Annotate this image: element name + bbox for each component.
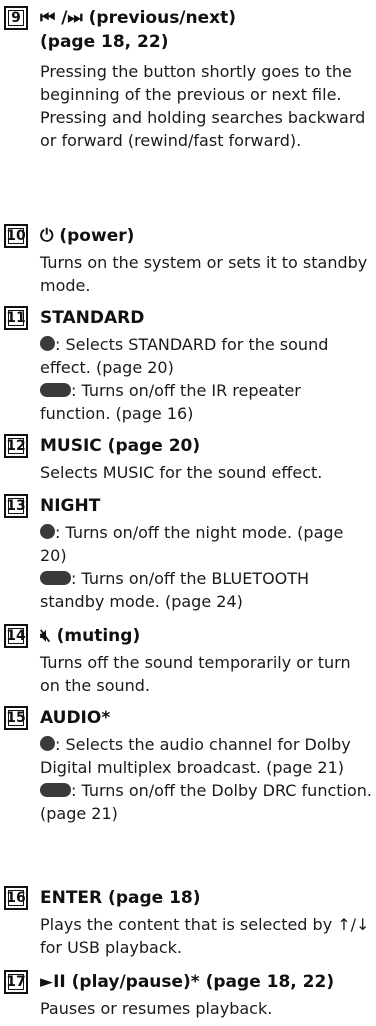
entry-description: Turns on the system or sets it to standb… (40, 251, 374, 297)
description-paragraph: : Selects the audio channel for Dolby Di… (40, 733, 374, 779)
entry-title: NIGHT (40, 496, 101, 516)
entry-description: : Turns on/off the night mode. (page 20)… (40, 521, 374, 613)
description-paragraph: : Turns on/off the Dolby DRC function. (… (40, 779, 374, 825)
pill-button-icon (40, 783, 71, 797)
entry-description: Turns off the sound temporarily or turn … (40, 651, 374, 697)
entry-description: Pauses or resumes playback. (40, 997, 374, 1020)
description-paragraph: : Selects STANDARD for the sound effect.… (40, 333, 374, 379)
entry-enter: 16 ENTER (page 18) Plays the content tha… (4, 886, 374, 959)
round-button-icon (40, 736, 55, 751)
description-paragraph: Selects MUSIC for the sound effect. (40, 463, 323, 482)
entry-standard: 11 STANDARD : Selects STANDARD for the s… (4, 306, 374, 425)
pill-button-icon (40, 571, 71, 585)
power-icon: ⏻ (power) (40, 226, 135, 246)
item-number: 10 (4, 224, 28, 248)
description-paragraph: : Turns on/off the IR repeater function.… (40, 379, 374, 425)
entry-title: STANDARD (40, 308, 145, 328)
item-number: 15 (4, 706, 28, 730)
round-button-icon (40, 336, 55, 351)
play-pause-icon: ►II (play/pause)* (page 18, 22) (40, 972, 335, 992)
round-button-text: : Turns on/off the night mode. (page 20) (40, 523, 344, 565)
entry-play-pause: 17 ►II (play/pause)* (page 18, 22) Pause… (4, 970, 374, 1020)
description-paragraph: Pressing and holding searches backward o… (40, 108, 366, 150)
item-number: 11 (4, 306, 28, 330)
entry-description: : Selects the audio channel for Dolby Di… (40, 733, 374, 825)
entry-title-page-ref: (page 18, 22) (40, 32, 169, 52)
entry-description: Pressing the button shortly goes to the … (40, 60, 374, 152)
entry-description: Selects MUSIC for the sound effect. (40, 461, 374, 484)
round-button-text: : Selects the audio channel for Dolby Di… (40, 735, 351, 777)
round-button-icon (40, 524, 55, 539)
entry-description: : Selects STANDARD for the sound effect.… (40, 333, 374, 425)
entry-muting: 14 🔇︎ (muting) Turns off the sound tempo… (4, 624, 374, 697)
description-paragraph: : Turns on/off the BLUETOOTH standby mod… (40, 567, 374, 613)
entry-audio: 15 AUDIO* : Selects the audio channel fo… (4, 706, 374, 825)
pill-button-text: : Turns on/off the Dolby DRC function. (… (40, 781, 372, 823)
description-paragraph: Turns on the system or sets it to standb… (40, 253, 368, 295)
item-number: 13 (4, 494, 28, 518)
entry-previous-next: 9 ⏮ /⏭ (previous/next) (page 18, 22) Pre… (4, 6, 374, 152)
round-button-text: : Selects STANDARD for the sound effect.… (40, 335, 329, 377)
description-paragraph: Pressing the button shortly goes to the … (40, 62, 352, 104)
entry-title: MUSIC (page 20) (40, 436, 201, 456)
entry-music: 12 MUSIC (page 20) Selects MUSIC for the… (4, 434, 374, 484)
item-number: 9 (4, 6, 28, 30)
description-paragraph: Turns off the sound temporarily or turn … (40, 653, 351, 695)
item-number: 16 (4, 886, 28, 910)
muting-icon: 🔇︎ (muting) (40, 626, 141, 646)
previous-next-icon: ⏮ /⏭ (previous/next) (40, 8, 237, 28)
entry-power: 10 ⏻ (power) Turns on the system or sets… (4, 224, 374, 297)
description-paragraph: : Turns on/off the night mode. (page 20) (40, 521, 374, 567)
manual-page: 9 ⏮ /⏭ (previous/next) (page 18, 22) Pre… (0, 0, 376, 1026)
entry-title: ⏮ /⏭ (previous/next) (page 18, 22) (40, 6, 374, 54)
entry-night: 13 NIGHT : Turns on/off the night mode. … (4, 494, 374, 613)
description-paragraph: Pauses or resumes playback. (40, 999, 273, 1018)
item-number: 17 (4, 970, 28, 994)
item-number: 14 (4, 624, 28, 648)
entry-title: ENTER (page 18) (40, 888, 201, 908)
item-number: 12 (4, 434, 28, 458)
pill-button-icon (40, 383, 71, 397)
description-paragraph: Plays the content that is selected by ↑/… (40, 915, 370, 957)
pill-button-text: : Turns on/off the IR repeater function.… (40, 381, 301, 423)
entry-title: AUDIO* (40, 708, 111, 728)
entry-description: Plays the content that is selected by ↑/… (40, 913, 374, 959)
pill-button-text: : Turns on/off the BLUETOOTH standby mod… (40, 569, 310, 611)
